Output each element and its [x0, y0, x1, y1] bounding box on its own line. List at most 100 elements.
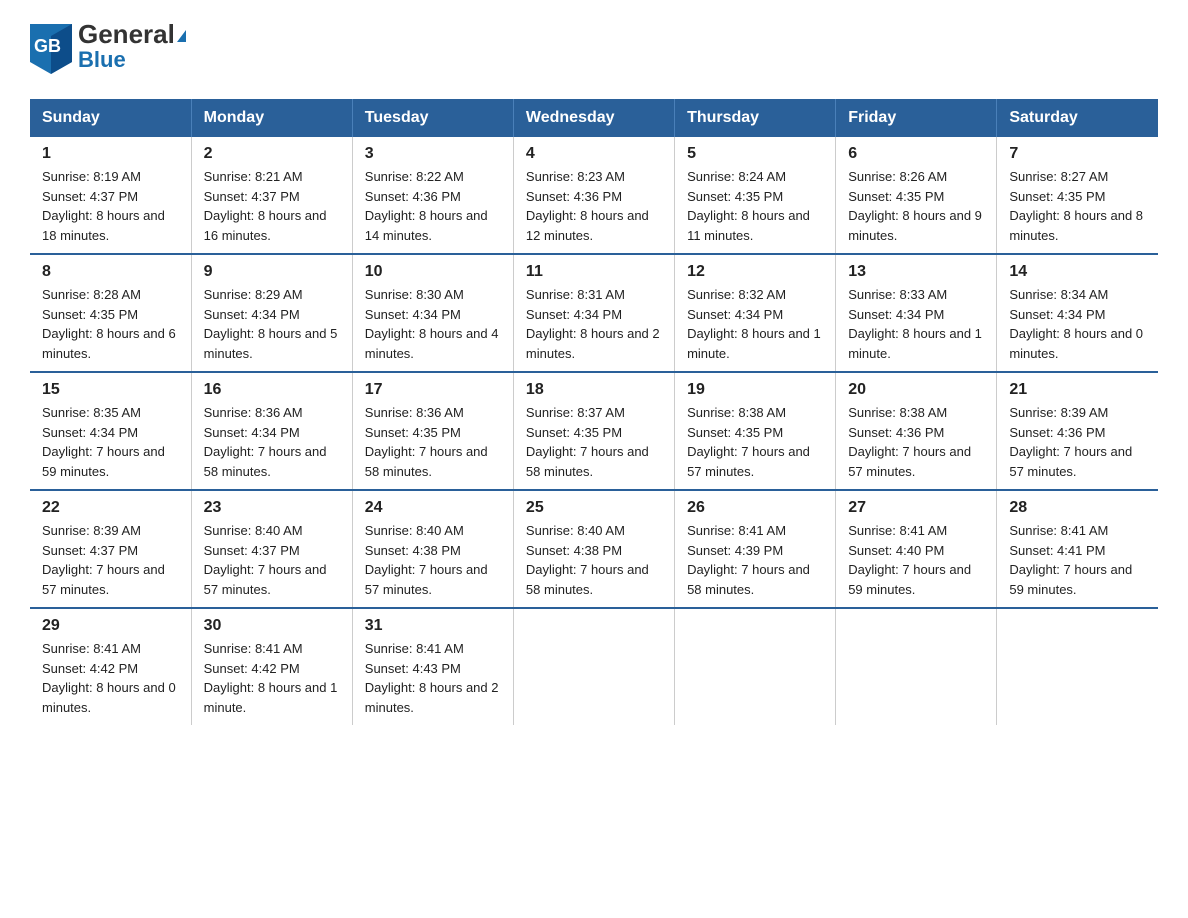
- day-info: Sunrise: 8:38 AMSunset: 4:36 PMDaylight:…: [848, 403, 984, 481]
- calendar-cell: 13 Sunrise: 8:33 AMSunset: 4:34 PMDayligh…: [836, 254, 997, 372]
- week-row-4: 22 Sunrise: 8:39 AMSunset: 4:37 PMDayligh…: [30, 490, 1158, 608]
- header-day-thursday: Thursday: [675, 99, 836, 137]
- day-number: 11: [526, 263, 662, 281]
- day-number: 24: [365, 499, 501, 517]
- day-number: 1: [42, 145, 179, 163]
- day-info: Sunrise: 8:36 AMSunset: 4:35 PMDaylight:…: [365, 403, 501, 481]
- day-number: 25: [526, 499, 662, 517]
- day-number: 5: [687, 145, 823, 163]
- week-row-1: 1Sunrise: 8:19 AMSunset: 4:37 PMDaylight…: [30, 137, 1158, 254]
- day-info: Sunrise: 8:34 AMSunset: 4:34 PMDaylight:…: [1009, 285, 1146, 363]
- calendar-cell: 9 Sunrise: 8:29 AMSunset: 4:34 PMDaylight…: [191, 254, 352, 372]
- calendar-cell: 4 Sunrise: 8:23 AMSunset: 4:36 PMDaylight…: [513, 137, 674, 254]
- day-info: Sunrise: 8:21 AMSunset: 4:37 PMDaylight:…: [204, 167, 340, 245]
- day-number: 10: [365, 263, 501, 281]
- page-header: GB General Blue: [30, 20, 1158, 79]
- calendar-cell: [997, 608, 1158, 725]
- day-number: 7: [1009, 145, 1146, 163]
- svg-text:GB: GB: [34, 36, 61, 56]
- day-info: Sunrise: 8:27 AMSunset: 4:35 PMDaylight:…: [1009, 167, 1146, 245]
- calendar-cell: 19 Sunrise: 8:38 AMSunset: 4:35 PMDayligh…: [675, 372, 836, 490]
- calendar-cell: 18 Sunrise: 8:37 AMSunset: 4:35 PMDayligh…: [513, 372, 674, 490]
- day-number: 15: [42, 381, 179, 399]
- calendar-cell: 21Sunrise: 8:39 AMSunset: 4:36 PMDayligh…: [997, 372, 1158, 490]
- day-number: 13: [848, 263, 984, 281]
- calendar-cell: [836, 608, 997, 725]
- day-info: Sunrise: 8:31 AMSunset: 4:34 PMDaylight:…: [526, 285, 662, 363]
- day-number: 14: [1009, 263, 1146, 281]
- calendar-cell: 14 Sunrise: 8:34 AMSunset: 4:34 PMDayligh…: [997, 254, 1158, 372]
- day-number: 8: [42, 263, 179, 281]
- calendar-cell: 28Sunrise: 8:41 AMSunset: 4:41 PMDayligh…: [997, 490, 1158, 608]
- calendar-cell: 12 Sunrise: 8:32 AMSunset: 4:34 PMDayligh…: [675, 254, 836, 372]
- calendar-table: SundayMondayTuesdayWednesdayThursdayFrid…: [30, 99, 1158, 725]
- day-info: Sunrise: 8:24 AMSunset: 4:35 PMDaylight:…: [687, 167, 823, 245]
- logo-blue: Blue: [78, 47, 186, 73]
- day-info: Sunrise: 8:40 AMSunset: 4:38 PMDaylight:…: [365, 521, 501, 599]
- day-info: Sunrise: 8:36 AMSunset: 4:34 PMDaylight:…: [204, 403, 340, 481]
- day-number: 19: [687, 381, 823, 399]
- calendar-cell: 20 Sunrise: 8:38 AMSunset: 4:36 PMDayligh…: [836, 372, 997, 490]
- calendar-cell: 5 Sunrise: 8:24 AMSunset: 4:35 PMDaylight…: [675, 137, 836, 254]
- calendar-cell: 3Sunrise: 8:22 AMSunset: 4:36 PMDaylight…: [352, 137, 513, 254]
- header-day-wednesday: Wednesday: [513, 99, 674, 137]
- calendar-cell: 17 Sunrise: 8:36 AMSunset: 4:35 PMDayligh…: [352, 372, 513, 490]
- day-info: Sunrise: 8:41 AMSunset: 4:39 PMDaylight:…: [687, 521, 823, 599]
- day-number: 23: [204, 499, 340, 517]
- week-row-5: 29 Sunrise: 8:41 AMSunset: 4:42 PMDayligh…: [30, 608, 1158, 725]
- day-number: 3: [365, 145, 501, 163]
- day-number: 29: [42, 617, 179, 635]
- header-day-saturday: Saturday: [997, 99, 1158, 137]
- day-info: Sunrise: 8:41 AMSunset: 4:43 PMDaylight:…: [365, 639, 501, 717]
- calendar-cell: 27Sunrise: 8:41 AMSunset: 4:40 PMDayligh…: [836, 490, 997, 608]
- day-number: 6: [848, 145, 984, 163]
- calendar-cell: 16Sunrise: 8:36 AMSunset: 4:34 PMDayligh…: [191, 372, 352, 490]
- day-number: 26: [687, 499, 823, 517]
- day-number: 21: [1009, 381, 1146, 399]
- day-number: 12: [687, 263, 823, 281]
- day-info: Sunrise: 8:39 AMSunset: 4:37 PMDaylight:…: [42, 521, 179, 599]
- day-info: Sunrise: 8:26 AMSunset: 4:35 PMDaylight:…: [848, 167, 984, 245]
- day-info: Sunrise: 8:23 AMSunset: 4:36 PMDaylight:…: [526, 167, 662, 245]
- day-info: Sunrise: 8:32 AMSunset: 4:34 PMDaylight:…: [687, 285, 823, 363]
- calendar-cell: 8 Sunrise: 8:28 AMSunset: 4:35 PMDaylight…: [30, 254, 191, 372]
- calendar-cell: [513, 608, 674, 725]
- calendar-cell: 23Sunrise: 8:40 AMSunset: 4:37 PMDayligh…: [191, 490, 352, 608]
- logo-general: General: [78, 20, 186, 49]
- calendar-cell: 1Sunrise: 8:19 AMSunset: 4:37 PMDaylight…: [30, 137, 191, 254]
- day-number: 9: [204, 263, 340, 281]
- calendar-cell: 26 Sunrise: 8:41 AMSunset: 4:39 PMDayligh…: [675, 490, 836, 608]
- calendar-body: 1Sunrise: 8:19 AMSunset: 4:37 PMDaylight…: [30, 137, 1158, 725]
- calendar-cell: 2 Sunrise: 8:21 AMSunset: 4:37 PMDaylight…: [191, 137, 352, 254]
- day-number: 2: [204, 145, 340, 163]
- logo: GB General Blue: [30, 20, 186, 79]
- day-info: Sunrise: 8:38 AMSunset: 4:35 PMDaylight:…: [687, 403, 823, 481]
- calendar-cell: 25Sunrise: 8:40 AMSunset: 4:38 PMDayligh…: [513, 490, 674, 608]
- calendar-cell: 15 Sunrise: 8:35 AMSunset: 4:34 PMDayligh…: [30, 372, 191, 490]
- day-info: Sunrise: 8:41 AMSunset: 4:40 PMDaylight:…: [848, 521, 984, 599]
- day-info: Sunrise: 8:37 AMSunset: 4:35 PMDaylight:…: [526, 403, 662, 481]
- day-number: 22: [42, 499, 179, 517]
- day-info: Sunrise: 8:33 AMSunset: 4:34 PMDaylight:…: [848, 285, 984, 363]
- day-info: Sunrise: 8:29 AMSunset: 4:34 PMDaylight:…: [204, 285, 340, 363]
- calendar-header-row: SundayMondayTuesdayWednesdayThursdayFrid…: [30, 99, 1158, 137]
- calendar-cell: 7 Sunrise: 8:27 AMSunset: 4:35 PMDaylight…: [997, 137, 1158, 254]
- day-info: Sunrise: 8:28 AMSunset: 4:35 PMDaylight:…: [42, 285, 179, 363]
- calendar-cell: 29 Sunrise: 8:41 AMSunset: 4:42 PMDayligh…: [30, 608, 191, 725]
- calendar-cell: 31 Sunrise: 8:41 AMSunset: 4:43 PMDayligh…: [352, 608, 513, 725]
- day-info: Sunrise: 8:41 AMSunset: 4:41 PMDaylight:…: [1009, 521, 1146, 599]
- day-number: 30: [204, 617, 340, 635]
- calendar-cell: 22 Sunrise: 8:39 AMSunset: 4:37 PMDayligh…: [30, 490, 191, 608]
- day-number: 31: [365, 617, 501, 635]
- day-info: Sunrise: 8:35 AMSunset: 4:34 PMDaylight:…: [42, 403, 179, 481]
- calendar-cell: 6 Sunrise: 8:26 AMSunset: 4:35 PMDaylight…: [836, 137, 997, 254]
- day-info: Sunrise: 8:41 AMSunset: 4:42 PMDaylight:…: [204, 639, 340, 717]
- day-number: 18: [526, 381, 662, 399]
- week-row-2: 8 Sunrise: 8:28 AMSunset: 4:35 PMDaylight…: [30, 254, 1158, 372]
- calendar-cell: 24 Sunrise: 8:40 AMSunset: 4:38 PMDayligh…: [352, 490, 513, 608]
- day-number: 20: [848, 381, 984, 399]
- header-day-tuesday: Tuesday: [352, 99, 513, 137]
- day-number: 17: [365, 381, 501, 399]
- day-info: Sunrise: 8:41 AMSunset: 4:42 PMDaylight:…: [42, 639, 179, 717]
- day-number: 4: [526, 145, 662, 163]
